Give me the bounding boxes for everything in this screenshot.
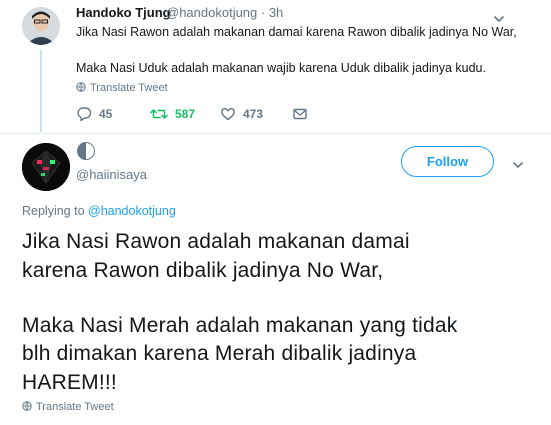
main-author-handle[interactable]: @haiinisaya <box>76 167 147 182</box>
globe-icon <box>76 82 86 92</box>
reply-button[interactable]: 45 <box>76 106 112 122</box>
direct-message-button[interactable] <box>292 106 315 122</box>
retweet-icon <box>150 109 168 119</box>
envelope-icon <box>293 108 307 120</box>
retweet-count: 587 <box>175 107 196 121</box>
parent-translate-link[interactable]: Translate Tweet <box>76 82 168 94</box>
tweet-text-line-1: Jika Nasi Rawon adalah makanan damai <box>22 230 410 253</box>
tweet-divider <box>0 133 551 134</box>
tweet-text-line-3: Maka Nasi Merah adalah makanan yang tida… <box>22 314 458 337</box>
main-translate-link[interactable]: Translate Tweet <box>22 401 114 413</box>
globe-icon <box>22 401 32 411</box>
tweet-text-line-2: karena Rawon dibalik jadinya No War, <box>22 259 384 282</box>
replying-to-prefix: Replying to <box>22 204 89 218</box>
thread-connector-line <box>40 50 42 132</box>
main-more-chevron-down-icon[interactable] <box>512 158 524 176</box>
reply-icon <box>77 107 92 122</box>
tweet-text-line-5: HAREM!!! <box>22 371 117 394</box>
tweet-text-line-4: blh dimakan karena Merah dibalik jadinya <box>22 342 417 365</box>
parent-author-name[interactable]: Handoko Tjung <box>76 5 171 20</box>
parent-translate-label: Translate Tweet <box>90 82 168 94</box>
replying-to-handle-link[interactable]: @handokotjung <box>88 204 176 218</box>
parent-author-handle[interactable]: @handokotjung · 3h <box>166 5 283 20</box>
parent-author-avatar[interactable] <box>22 7 60 45</box>
reply-count: 45 <box>99 107 113 121</box>
retweet-button[interactable]: 587 <box>150 106 195 122</box>
like-button[interactable]: 473 <box>220 106 263 122</box>
replying-to-line: Replying to @handokotjung <box>22 204 176 218</box>
main-translate-label: Translate Tweet <box>36 401 114 413</box>
like-count: 473 <box>243 107 264 121</box>
parent-tweet-text-line-1: Jika Nasi Rawon adalah makanan damai kar… <box>76 25 517 39</box>
parent-tweet-text-line-2: Maka Nasi Uduk adalah makanan wajib kare… <box>76 61 486 75</box>
follow-button[interactable]: Follow <box>401 146 494 177</box>
author-name-emoji-icon <box>76 141 96 161</box>
heart-icon <box>221 107 235 121</box>
main-author-avatar[interactable] <box>22 143 70 191</box>
